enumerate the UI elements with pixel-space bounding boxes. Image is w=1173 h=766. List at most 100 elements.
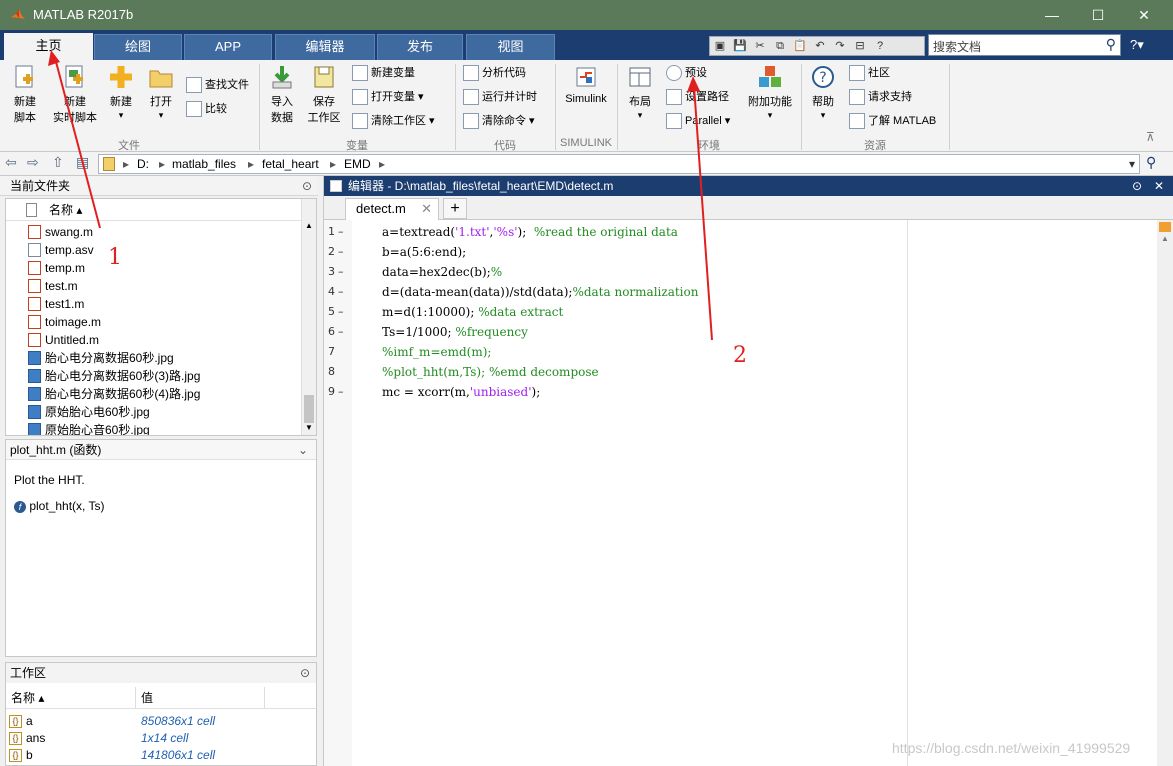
breadcrumb-segment[interactable]: fetal_heart xyxy=(262,155,319,173)
tab-home[interactable]: 主页 xyxy=(4,33,93,60)
panel-menu-icon[interactable]: ⊙ xyxy=(302,176,312,196)
help-menu[interactable]: ?▾ xyxy=(1130,37,1144,53)
code-analyzer-marker[interactable] xyxy=(1159,222,1171,232)
code-line[interactable]: 3– data=hex2dec(b);% xyxy=(328,262,908,282)
community-button[interactable]: 社区 xyxy=(849,63,890,83)
clear-workspace-button[interactable]: 清除工作区 ▾ xyxy=(352,111,435,131)
up-folder-icon[interactable]: ⇧ xyxy=(52,154,64,171)
breakpoint-marker[interactable]: – xyxy=(338,222,344,242)
code-line[interactable]: 9– mc = xcorr(m,'unbiased'); xyxy=(328,382,908,402)
paste-icon[interactable]: 📋 xyxy=(790,37,810,55)
file-list-header[interactable]: 名称 ▴ xyxy=(6,199,302,221)
code-line[interactable]: 8 %plot_hht(m,Ts); %emd decompose xyxy=(328,362,908,382)
tab-view[interactable]: 视图 xyxy=(466,34,555,60)
minimize-button[interactable]: — xyxy=(1029,0,1075,30)
editor-tab-detect[interactable]: detect.m ✕ xyxy=(345,198,439,220)
chevron-right-icon[interactable]: ▸ xyxy=(248,155,254,173)
forward-arrow-icon[interactable]: ⇨ xyxy=(27,154,39,171)
breakpoint-marker[interactable]: – xyxy=(338,262,344,282)
addons-button[interactable]: 附加功能 ▾ xyxy=(746,64,794,121)
file-list-scrollbar[interactable]: ▲ ▼ xyxy=(301,199,316,435)
open-button[interactable]: 打开 ▾ xyxy=(144,64,178,121)
code-line[interactable]: 5– m=d(1:10000); %data extract xyxy=(328,302,908,322)
clear-commands-button[interactable]: 清除命令 ▾ xyxy=(463,111,535,131)
request-support-button[interactable]: 请求支持 xyxy=(849,87,912,107)
editor-close-icon[interactable]: ✕ xyxy=(1154,176,1164,196)
path-dropdown-icon[interactable]: ▾ xyxy=(1129,155,1135,173)
help-icon[interactable]: ? xyxy=(870,37,890,55)
tab-editor[interactable]: 编辑器 xyxy=(275,34,375,60)
open-variable-button[interactable]: 打开变量 ▾ xyxy=(352,87,424,107)
breakpoint-marker[interactable]: – xyxy=(338,282,344,302)
close-tab-icon[interactable]: ✕ xyxy=(421,199,432,219)
code-line[interactable]: 4– d=(data-mean(data))/std(data);%data no… xyxy=(328,282,908,302)
redo-icon[interactable]: ↷ xyxy=(830,37,850,55)
find-files-button[interactable]: 查找文件 xyxy=(186,75,249,95)
workspace-name-column[interactable]: 名称 ▴ xyxy=(11,687,44,709)
scroll-down-icon[interactable]: ▼ xyxy=(305,423,313,432)
tab-plots[interactable]: 绘图 xyxy=(94,34,182,60)
save-icon[interactable]: 💾 xyxy=(730,37,750,55)
compare-button[interactable]: 比较 xyxy=(186,99,227,119)
search-icon[interactable]: ⚲ xyxy=(1106,36,1116,53)
search-folder-icon[interactable]: ⚲ xyxy=(1146,154,1156,171)
switch-windows-icon[interactable]: ⊟ xyxy=(850,37,870,55)
scroll-thumb[interactable] xyxy=(304,395,314,423)
breadcrumb-segment[interactable]: matlab_files xyxy=(172,155,236,173)
simulink-button[interactable]: Simulink xyxy=(561,64,611,105)
import-data-button[interactable]: 导入 数据 xyxy=(266,64,298,125)
path-breadcrumb[interactable]: ▸ D: ▸ matlab_files ▸ fetal_heart ▸ EMD … xyxy=(98,154,1140,174)
tab-apps[interactable]: APP xyxy=(184,34,272,60)
new-variable-button[interactable]: 新建变量 xyxy=(352,63,415,83)
breakpoint-marker[interactable]: – xyxy=(338,382,344,402)
breakpoint-marker[interactable]: – xyxy=(338,322,344,342)
breakpoint-marker[interactable]: – xyxy=(338,242,344,262)
workspace-variable-row[interactable]: {} a 850836x1 cell xyxy=(6,713,316,730)
layout-button[interactable]: 布局 ▾ xyxy=(624,64,656,121)
breadcrumb-segment[interactable]: EMD xyxy=(344,155,371,173)
scroll-up-icon[interactable]: ▲ xyxy=(1161,234,1169,243)
save-workspace-button[interactable]: 保存 工作区 xyxy=(304,64,344,125)
function-signature[interactable]: f plot_hht(x, Ts) xyxy=(14,499,105,513)
set-path-button[interactable]: 设置路径 xyxy=(666,87,729,107)
chevron-right-icon[interactable]: ▸ xyxy=(330,155,336,173)
new-live-script-button[interactable]: 新建 实时脚本 xyxy=(50,64,100,125)
close-button[interactable]: ✕ xyxy=(1121,0,1167,30)
editor-scrollbar[interactable]: ▲ xyxy=(1157,220,1173,766)
editor-menu-icon[interactable]: ⊙ xyxy=(1132,176,1142,196)
browse-folder-icon[interactable]: ▤ xyxy=(76,154,89,171)
code-line[interactable]: 7 %imf_m=emd(m); xyxy=(328,342,908,362)
chevron-down-icon[interactable]: ⌄ xyxy=(298,440,308,460)
panel-menu-icon[interactable]: ⊙ xyxy=(300,663,310,683)
breakpoint-marker[interactable]: – xyxy=(338,302,344,322)
run-and-time-button[interactable]: 运行并计时 xyxy=(463,87,537,107)
scroll-up-icon[interactable]: ▲ xyxy=(305,221,313,230)
code-line[interactable]: 1– a=textread('1.txt','%s'); %read the or… xyxy=(328,222,908,242)
analyze-code-button[interactable]: 分析代码 xyxy=(463,63,526,83)
chevron-right-icon[interactable]: ▸ xyxy=(159,155,165,173)
layout-icon[interactable]: ▣ xyxy=(710,37,730,55)
help-button[interactable]: ? 帮助 ▾ xyxy=(807,64,839,121)
learn-matlab-button[interactable]: 了解 MATLAB xyxy=(849,111,936,131)
workspace-variable-row[interactable]: {} b 141806x1 cell xyxy=(6,747,316,764)
code-line[interactable]: 2– b=a(5:6:end); xyxy=(328,242,908,262)
preferences-button[interactable]: 预设 xyxy=(666,63,707,83)
undo-icon[interactable]: ↶ xyxy=(810,37,830,55)
tab-publish[interactable]: 发布 xyxy=(377,34,463,60)
back-arrow-icon[interactable]: ⇦ xyxy=(5,154,17,171)
maximize-button[interactable]: ☐ xyxy=(1075,0,1121,30)
new-button[interactable]: 新建 ▾ xyxy=(104,64,138,121)
chevron-right-icon[interactable]: ▸ xyxy=(379,155,385,173)
code-line[interactable]: 6– Ts=1/1000; %frequency xyxy=(328,322,908,342)
workspace-variable-row[interactable]: {} ans 1x14 cell xyxy=(6,730,316,747)
collapse-ribbon-icon[interactable]: ⊼ xyxy=(1146,130,1155,144)
copy-icon[interactable]: ⧉ xyxy=(770,37,790,55)
cut-icon[interactable]: ✂ xyxy=(750,37,770,55)
new-tab-button[interactable]: + xyxy=(443,198,467,219)
new-script-button[interactable]: 新建 脚本 xyxy=(6,64,44,125)
search-documentation-input[interactable]: 搜索文档 ⚲ xyxy=(928,34,1121,56)
parallel-button[interactable]: Parallel ▾ xyxy=(666,111,730,131)
workspace-value-column[interactable]: 值 xyxy=(141,687,153,709)
name-column-header[interactable]: 名称 ▴ xyxy=(49,199,82,221)
code-area[interactable]: 1– a=textread('1.txt','%s'); %read the or… xyxy=(328,220,908,766)
